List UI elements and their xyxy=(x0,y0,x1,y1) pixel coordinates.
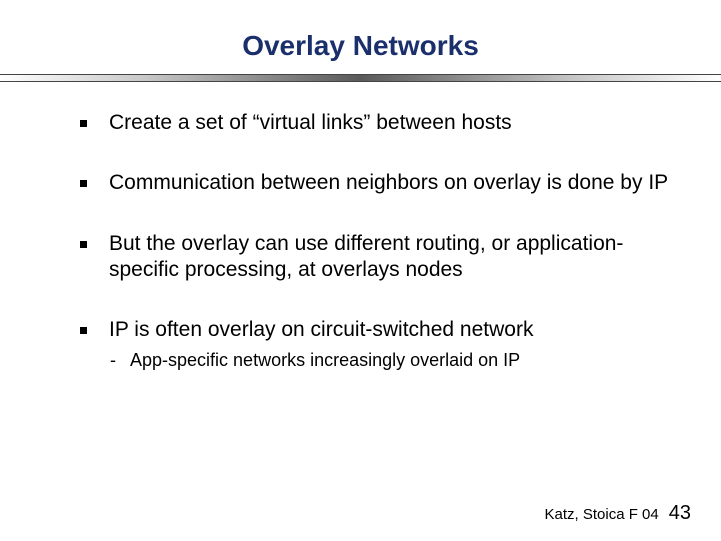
bullet-item: IP is often overlay on circuit-switched … xyxy=(80,317,671,343)
bullet-text: IP is often overlay on circuit-switched … xyxy=(109,317,671,343)
page-number: 43 xyxy=(669,502,691,525)
divider-bar xyxy=(0,74,721,82)
square-bullet-icon xyxy=(80,327,87,334)
bullet-item: Communication between neighbors on overl… xyxy=(80,170,671,196)
square-bullet-icon xyxy=(80,241,87,248)
slide-body: Create a set of “virtual links” between … xyxy=(0,82,721,373)
footer-attribution: Katz, Stoica F 04 xyxy=(545,506,659,523)
bullet-text: Communication between neighbors on overl… xyxy=(109,170,671,196)
bullet-item: Create a set of “virtual links” between … xyxy=(80,110,671,136)
bullet-item: But the overlay can use different routin… xyxy=(80,231,671,284)
slide: Overlay Networks Create a set of “virtua… xyxy=(0,0,721,541)
slide-footer: Katz, Stoica F 04 43 xyxy=(545,502,691,525)
sub-bullet-item: - App-specific networks increasingly ove… xyxy=(110,349,671,372)
bullet-text: But the overlay can use different routin… xyxy=(109,231,671,284)
square-bullet-icon xyxy=(80,120,87,127)
slide-title: Overlay Networks xyxy=(0,0,721,74)
sub-bullet-text: App-specific networks increasingly overl… xyxy=(130,349,520,372)
bullet-text: Create a set of “virtual links” between … xyxy=(109,110,671,136)
dash-bullet-icon: - xyxy=(110,349,116,372)
square-bullet-icon xyxy=(80,180,87,187)
